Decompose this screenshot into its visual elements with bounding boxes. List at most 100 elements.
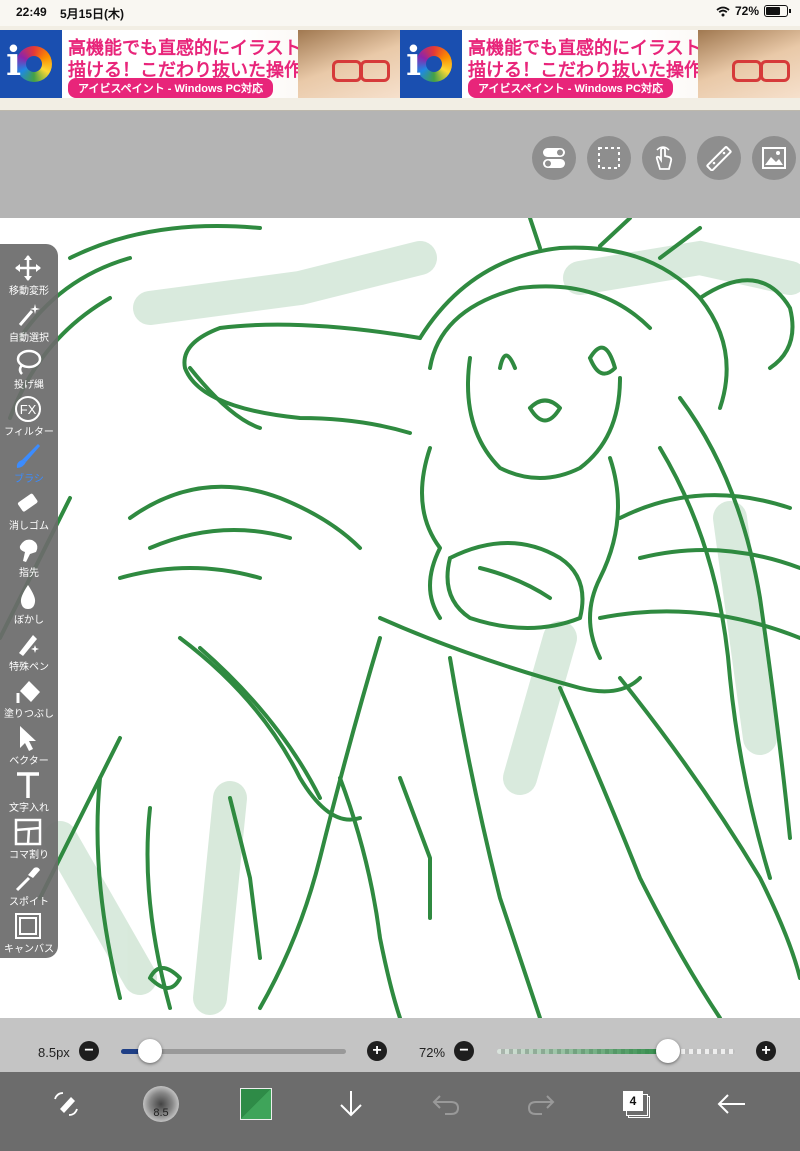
text-icon (17, 772, 39, 798)
tool-canvas[interactable]: キャンバス (0, 910, 58, 957)
tool-label: ベクター (9, 756, 49, 767)
status-right: 72% (716, 4, 791, 18)
tool-brush[interactable]: ブラシ (0, 440, 58, 487)
brush-size-knob[interactable] (138, 1039, 163, 1063)
back-arrow-icon (717, 1094, 745, 1114)
wifi-icon (716, 6, 730, 16)
tool-label: 投げ縄 (14, 380, 44, 391)
ad-character-image (298, 30, 400, 98)
brush-preview-icon: 8.5 (143, 1086, 179, 1122)
move-transform-icon (15, 255, 41, 281)
ad-tagline: アイビスペイント - Windows PC対応 (68, 78, 273, 98)
blur-drop-icon (20, 585, 36, 609)
reference-image-icon[interactable] (752, 136, 796, 180)
down-arrow-icon (340, 1091, 362, 1117)
tool-blur[interactable]: ぼかし (0, 581, 58, 628)
fx-filter-icon: FX (15, 396, 41, 422)
tool-label: 消しゴム (9, 521, 49, 532)
brush-size-badge: 8.5 (153, 1107, 169, 1119)
redo-button[interactable] (521, 1084, 561, 1124)
tool-label: 塗りつぶし (3, 709, 55, 720)
ad-character-image (698, 30, 800, 98)
tool-label: 移動変形 (9, 286, 49, 297)
brush-size-value: 8.5px (38, 1045, 70, 1060)
tool-frame-divider[interactable]: コマ割り (0, 816, 58, 863)
eyedropper-icon (15, 867, 40, 892)
eraser-icon (17, 493, 38, 512)
ad-panel[interactable]: i 高機能でも直感的にイラストが 描ける！こだわり抜いた操作性！ アイビスペイン… (400, 30, 800, 98)
opacity-increase-button[interactable]: + (756, 1041, 776, 1061)
tool-label: ぼかし (14, 615, 44, 626)
back-button[interactable] (711, 1084, 751, 1124)
brush-size-decrease-button[interactable]: − (79, 1041, 99, 1061)
tool-label: ブラシ (14, 474, 44, 485)
brush-slider-bar: 8.5px − + 72% − + (0, 1018, 800, 1072)
status-bar: 22:49 5月15日(木) 72% (0, 0, 800, 26)
tool-eyedropper[interactable]: スポイト (0, 863, 58, 910)
tool-label: フィルター (4, 427, 54, 438)
magic-wand-icon (18, 304, 40, 326)
layers-button[interactable]: 4 (616, 1084, 656, 1124)
tool-palette: 移動変形 自動選択 投げ縄 FX フィルター ブラシ 消しゴム 指先 ぼかし 特… (0, 244, 58, 958)
tool-label: キャンバス (4, 944, 54, 955)
status-date: 5月15日(木) (60, 7, 125, 21)
brush-icon (16, 444, 40, 468)
ad-panel[interactable]: i 高機能でも直感的にイラストが 描ける！こだわり抜いた操作性！ アイビスペイン… (0, 30, 400, 98)
tool-text[interactable]: 文字入れ (0, 769, 58, 816)
status-time: 22:49 (16, 5, 47, 19)
tool-label: 文字入れ (9, 803, 49, 814)
tool-label: スポイト (9, 897, 49, 908)
battery-icon (764, 5, 791, 17)
touch-gesture-icon[interactable] (642, 136, 686, 180)
tool-lasso[interactable]: 投げ縄 (0, 346, 58, 393)
opacity-fill (497, 1049, 669, 1054)
opacity-value: 72% (419, 1045, 446, 1060)
layer-count: 4 (623, 1091, 643, 1111)
tool-eraser[interactable]: 消しゴム (0, 487, 58, 534)
ibispaint-logo-icon: i (400, 30, 462, 98)
layers-icon: 4 (623, 1091, 650, 1118)
toggle-switch-icon[interactable] (532, 136, 576, 180)
color-swatch (240, 1088, 272, 1120)
vector-arrow-icon (20, 726, 36, 751)
lasso-icon (16, 349, 42, 375)
redo-icon (527, 1095, 555, 1115)
opacity-slider[interactable] (497, 1049, 735, 1054)
tool-label: 自動選択 (9, 333, 49, 344)
tool-move-transform[interactable]: 移動変形 (0, 252, 58, 299)
tool-swap-button[interactable] (46, 1084, 86, 1124)
opacity-knob[interactable] (656, 1039, 681, 1063)
brush-settings-button[interactable]: 8.5 (141, 1084, 181, 1124)
tool-fill[interactable]: 塗りつぶし (0, 675, 58, 722)
download-button[interactable] (331, 1084, 371, 1124)
canvas-icon (15, 913, 41, 939)
tool-magic-wand[interactable]: 自動選択 (0, 299, 58, 346)
undo-icon (432, 1095, 460, 1115)
sketch-artwork (0, 218, 800, 1018)
tool-filter[interactable]: FX フィルター (0, 393, 58, 440)
special-pen-icon (19, 635, 39, 656)
smudge-finger-icon (19, 539, 38, 562)
top-tool-icons (532, 136, 796, 180)
tool-label: 特殊ペン (9, 662, 49, 673)
tool-vector[interactable]: ベクター (0, 722, 58, 769)
battery-percent: 72% (734, 4, 759, 18)
fill-bucket-icon (16, 681, 40, 703)
frame-divider-icon (14, 818, 42, 846)
ad-banner[interactable]: i 高機能でも直感的にイラストが 描ける！こだわり抜いた操作性！ アイビスペイン… (0, 26, 800, 111)
drawing-canvas[interactable] (0, 218, 800, 1018)
bottom-toolbar: 8.5 4 (0, 1072, 800, 1151)
tool-special-pen[interactable]: 特殊ペン (0, 628, 58, 675)
svg-text:FX: FX (20, 402, 37, 417)
brush-size-increase-button[interactable]: + (367, 1041, 387, 1061)
tool-smudge[interactable]: 指先 (0, 534, 58, 581)
pen-eraser-swap-icon (54, 1092, 78, 1116)
color-swatch-button[interactable] (236, 1084, 276, 1124)
tool-label: コマ割り (9, 850, 49, 861)
selection-marquee-icon[interactable] (587, 136, 631, 180)
opacity-decrease-button[interactable]: − (454, 1041, 474, 1061)
tool-label: 指先 (19, 568, 39, 579)
undo-button[interactable] (426, 1084, 466, 1124)
ibispaint-logo-icon: i (0, 30, 62, 98)
ruler-icon[interactable] (697, 136, 741, 180)
